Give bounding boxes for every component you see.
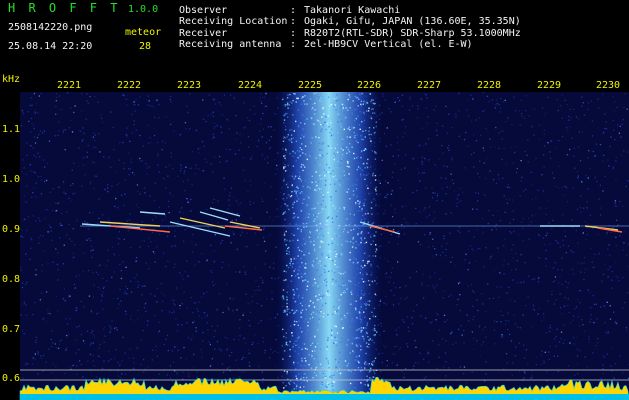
antenna-sep: : xyxy=(290,39,297,50)
x-tick-label: 2222 xyxy=(116,80,142,91)
receiver-value: R820T2(RTL-SDR) SDR-Sharp 53.1000MHz xyxy=(304,28,521,39)
x-tick-label: 2223 xyxy=(176,80,202,91)
y-tick-label: 0.9 xyxy=(2,224,21,235)
y-tick-label: 1.0 xyxy=(2,174,21,185)
x-tick-label: 2221 xyxy=(56,80,82,91)
y-tick-label: 0.8 xyxy=(2,274,21,285)
receiver-sep: : xyxy=(290,28,297,39)
location-sep: : xyxy=(290,16,297,27)
y-tick-label: 1.1 xyxy=(2,124,21,135)
y-tick-label: 0.6 xyxy=(2,373,21,384)
receiver-key: Receiver xyxy=(179,28,228,39)
app-title: H R O F F T xyxy=(8,1,121,15)
y-axis-unit: kHz xyxy=(2,74,21,85)
detection-label: meteor xyxy=(125,27,162,38)
y-tick-label: 0.7 xyxy=(2,324,21,335)
capture-datetime: 25.08.14 22:20 xyxy=(8,41,93,52)
spectrogram-window: H R O F F T 1.0.0 2508142220.png 25.08.1… xyxy=(0,0,629,400)
noise-floor-base xyxy=(20,394,629,400)
x-tick-label: 2224 xyxy=(237,80,263,91)
location-key: Receiving Location xyxy=(179,16,288,27)
x-tick-label: 2226 xyxy=(356,80,382,91)
x-tick-label: 2225 xyxy=(297,80,323,91)
app-version: 1.0.0 xyxy=(128,4,159,15)
antenna-key: Receiving antenna xyxy=(179,39,282,50)
detection-count: 28 xyxy=(139,41,152,52)
x-tick-label: 2229 xyxy=(536,80,562,91)
x-tick-label: 2230 xyxy=(595,80,621,91)
waterfall-plot xyxy=(19,92,629,400)
x-tick-label: 2227 xyxy=(416,80,442,91)
antenna-value: 2el-HB9CV Vertical (el. E-W) xyxy=(304,39,473,50)
observer-key: Observer xyxy=(179,5,228,16)
file-name: 2508142220.png xyxy=(8,22,93,33)
location-value: Ogaki, Gifu, JAPAN (136.60E, 35.35N) xyxy=(304,16,521,27)
x-tick-label: 2228 xyxy=(476,80,502,91)
observer-value: Takanori Kawachi xyxy=(304,5,401,16)
observer-sep: : xyxy=(290,5,297,16)
